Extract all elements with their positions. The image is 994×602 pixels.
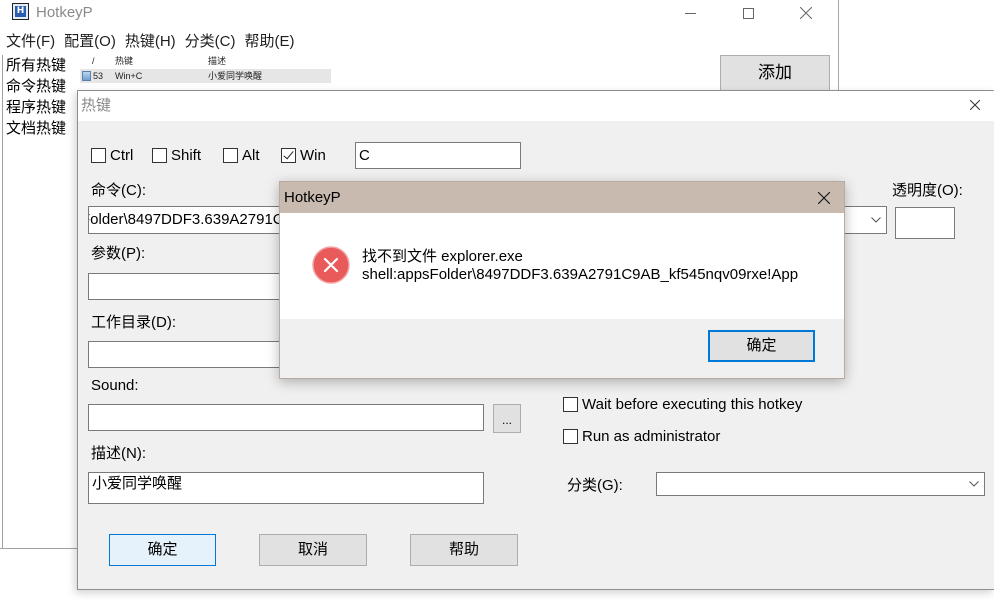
- command-label: 命令(C):: [91, 182, 146, 199]
- column-header-number[interactable]: /: [92, 55, 95, 68]
- key-input[interactable]: C: [355, 142, 521, 169]
- hotkey-dialog-title-bar[interactable]: 热键: [78, 91, 994, 121]
- category-list[interactable]: 所有热键 命令热键 程序热键 文档热键: [2, 55, 78, 549]
- alt-checkbox[interactable]: Alt: [223, 146, 260, 164]
- message-box-title: HotkeyP: [284, 189, 341, 206]
- hotkey-row-icon: [82, 71, 91, 81]
- category-program-hotkeys[interactable]: 程序热键: [3, 97, 78, 118]
- column-header-hotkey[interactable]: 热键: [115, 55, 133, 68]
- run-as-administrator-label: Run as administrator: [582, 427, 721, 445]
- menu-file[interactable]: 文件(F): [6, 32, 55, 52]
- app-icon-letter: H: [15, 6, 26, 17]
- sound-browse-button[interactable]: ...: [493, 404, 521, 433]
- command-value: Folder\8497DDF3.639A2791C: [88, 211, 284, 228]
- error-icon: [312, 246, 350, 284]
- description-label: 描述(N):: [91, 445, 146, 462]
- working-directory-label: 工作目录(D):: [91, 314, 176, 331]
- run-as-administrator-box[interactable]: [563, 428, 578, 444]
- hotkey-list[interactable]: / 热键 描述 53 Win+C 小爱同学唤醒: [79, 55, 715, 90]
- shift-checkbox-label: Shift: [171, 146, 202, 164]
- menu-hotkey[interactable]: 热键(H): [125, 32, 176, 52]
- ctrl-checkbox[interactable]: Ctrl: [91, 146, 133, 164]
- parameters-label: 参数(P):: [91, 245, 146, 262]
- ok-button[interactable]: 确定: [109, 534, 216, 566]
- category-label: 分类(G):: [567, 477, 623, 494]
- help-button[interactable]: 帮助: [410, 534, 518, 566]
- description-input[interactable]: 小爱同学唤醒: [88, 472, 484, 504]
- shift-checkbox[interactable]: Shift: [152, 146, 201, 164]
- win-checkbox[interactable]: Win: [281, 146, 326, 164]
- menu-category[interactable]: 分类(C): [185, 32, 236, 52]
- category-document-hotkeys[interactable]: 文档热键: [3, 118, 78, 139]
- sound-input[interactable]: [88, 404, 484, 431]
- win-checkbox-label: Win: [300, 146, 326, 164]
- hotkeyp-app-icon: H: [12, 3, 29, 20]
- minimize-icon: [684, 12, 696, 14]
- maximize-icon: [742, 7, 754, 19]
- message-box-ok-button[interactable]: 确定: [708, 330, 815, 362]
- message-line-1: 找不到文件 explorer.exe: [362, 248, 523, 265]
- menu-config[interactable]: 配置(O): [64, 32, 116, 52]
- alt-checkbox-label: Alt: [242, 146, 260, 164]
- message-box-close-button[interactable]: [813, 187, 835, 209]
- shift-checkbox-box[interactable]: [152, 147, 167, 163]
- sound-label: Sound:: [91, 377, 139, 394]
- close-icon: [970, 100, 980, 110]
- wait-before-executing-checkbox[interactable]: Wait before executing this hotkey: [563, 395, 802, 413]
- message-line-2: shell:appsFolder\8497DDF3.639A2791C9AB_k…: [362, 266, 799, 283]
- row-number: 53: [93, 71, 104, 81]
- run-as-administrator-checkbox[interactable]: Run as administrator: [563, 427, 720, 445]
- close-icon: [800, 7, 812, 19]
- hotkey-dialog-title: 热键: [81, 97, 112, 114]
- add-hotkey-button[interactable]: 添加: [720, 55, 830, 91]
- category-select[interactable]: [656, 472, 985, 496]
- opacity-input[interactable]: [895, 207, 955, 239]
- category-all-hotkeys[interactable]: 所有热键: [3, 55, 78, 76]
- hotkey-list-header: / 热键 描述: [79, 55, 715, 68]
- table-row[interactable]: 53 Win+C 小爱同学唤醒: [80, 69, 331, 83]
- close-icon: [818, 192, 830, 204]
- minimize-button[interactable]: [667, 0, 713, 26]
- alt-checkbox-box[interactable]: [223, 147, 238, 163]
- menu-help[interactable]: 帮助(E): [244, 32, 294, 52]
- row-description: 小爱同学唤醒: [208, 71, 263, 81]
- win-checkbox-box[interactable]: [281, 147, 296, 163]
- error-message-box: HotkeyP 找不到文件 explorer.exe shell:appsFol…: [279, 181, 845, 379]
- category-command-hotkeys[interactable]: 命令热键: [3, 76, 78, 97]
- column-header-description[interactable]: 描述: [208, 55, 226, 68]
- chevron-down-icon[interactable]: [871, 217, 881, 223]
- wait-before-executing-label: Wait before executing this hotkey: [582, 395, 803, 413]
- opacity-label: 透明度(O):: [892, 182, 963, 199]
- maximize-button[interactable]: [725, 0, 771, 26]
- hotkey-dialog-close-button[interactable]: [965, 95, 985, 115]
- wait-before-executing-box[interactable]: [563, 396, 578, 412]
- ctrl-checkbox-label: Ctrl: [110, 146, 134, 164]
- cancel-button[interactable]: 取消: [259, 534, 367, 566]
- menu-bar: 文件(F) 配置(O) 热键(H) 分类(C) 帮助(E): [6, 32, 294, 52]
- message-box-title-bar[interactable]: HotkeyP: [280, 182, 844, 213]
- row-hotkey: Win+C: [115, 71, 143, 81]
- close-button[interactable]: [783, 0, 829, 26]
- main-window-title: HotkeyP: [36, 4, 93, 21]
- ctrl-checkbox-box[interactable]: [91, 147, 106, 163]
- chevron-down-icon: [969, 481, 979, 487]
